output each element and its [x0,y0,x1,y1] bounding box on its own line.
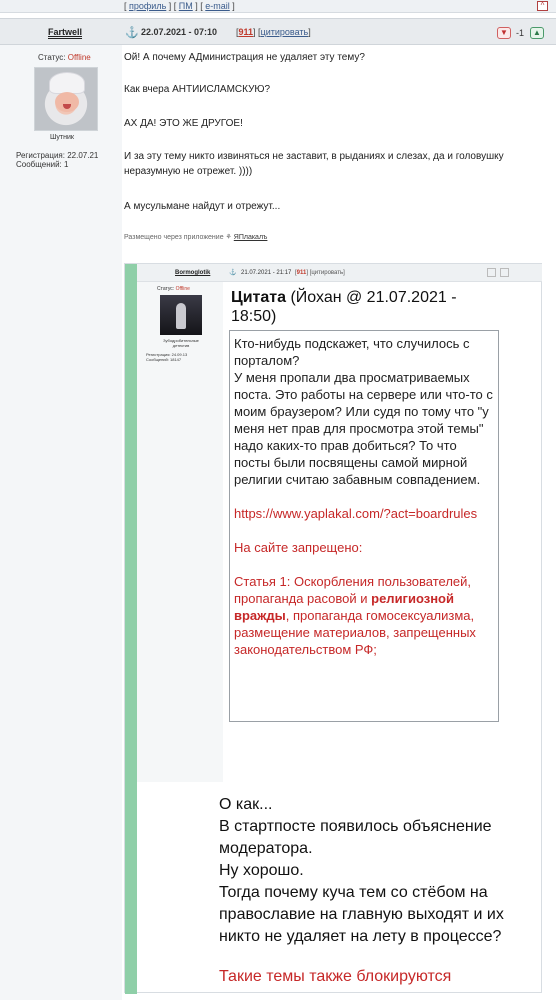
quote-paragraph: У меня пропали два просматриваемых поста… [234,370,493,487]
app-icon: ⚘ [225,234,232,241]
vote-up-icon[interactable]: ▲ [530,27,544,39]
reply-line: Тогда почему куча тем со стёбом на право… [219,884,504,945]
registration-date: Регистрация: 22.07.21 [16,151,99,160]
posted-via-label: Размещено через приложение [124,234,224,241]
posted-via: Размещено через приложение ⚘ ЯПлакалъ [124,233,267,241]
embedded-registration: Регистрация: 24.09.13 Сообщений: 18147 [146,352,187,362]
embedded-rank: Зубодробительные детектив [163,338,199,348]
post-header: Fartwell ⚓ 22.07.2021 - 07:10 [911] [цит… [0,18,556,45]
vote-score: -1 [516,28,525,38]
reply-line: О как... [219,796,273,813]
avatar-face [55,92,79,112]
quote-box: Кто-нибудь подскажет, что случилось с по… [229,330,499,722]
embedded-status: Статус: Offline [157,286,190,292]
author-rank: Шутник [50,134,74,141]
embedded-author: Bormoglotik [175,270,211,276]
status-label: Статус: [38,53,66,62]
quote-title: Цитата (Йохан @ 21.07.2021 - 18:50) [231,288,491,326]
embedded-sidebar: Статус: Offline Зубодробительные детекти… [137,282,223,782]
app-link[interactable]: ЯПлакалъ [234,234,268,241]
rules-link: https://www.yaplakal.com/?act=boardrules [234,506,478,521]
embedded-reply-red: Такие темы также блокируются [219,968,452,985]
reply-line: В стартпосте появилось объяснение модера… [219,818,492,857]
author-status: Статус: Offline [38,53,91,62]
embedded-vote-down-icon [487,268,496,277]
quote-spacer [234,488,494,505]
post-date: 22.07.2021 - 07:10 [141,27,218,37]
embedded-number-group: [911] [цитировать] [295,270,345,276]
profile-link[interactable]: профиль [129,1,166,11]
avatar [34,67,98,131]
profile-links: [ профиль ] [ ПМ ] [ e-mail ] [124,1,235,11]
top-link-bar: [ профиль ] [ ПМ ] [ e-mail ] ^ [0,0,556,13]
embedded-avatar [160,295,202,335]
embedded-status-label: Статус: [157,286,175,292]
message-line: И за эту тему никто извиняться не застав… [124,151,504,177]
embedded-cite: цитировать [311,270,344,276]
reply-line: Ну хорошо. [219,862,304,879]
embedded-message-count: Сообщений: 18147 [146,357,182,362]
post-number-group: [911] [цитировать] [236,27,311,37]
quote-spacer [234,556,494,573]
scroll-top-icon[interactable]: ^ [537,1,548,11]
message-line: Как вчера АНТИИСЛАМСКУЮ? [124,84,271,95]
embedded-vote-icons [487,268,522,278]
avatar-hat [49,72,85,94]
post-content: Ой! А почему АДминистрация не удаляет эт… [124,45,556,1000]
quote-spacer [234,522,494,539]
status-value: Offline [67,53,91,62]
message-line: АХ ДА! ЭТО ЖЕ ДРУГОЕ! [124,118,243,129]
quote-title-label: Цитата [231,289,286,306]
author-sidebar: Статус: Offline Шутник Регистрация: 22.0… [0,45,122,1000]
embedded-avatar-figure [176,303,186,329]
rules-article: Статья 1: Оскорбления пользователей, про… [234,573,494,658]
email-link[interactable]: e-mail [205,1,230,11]
embedded-date: 21.07.2021 - 21:17 [241,270,292,276]
embedded-anchor-icon: ⚓ [229,270,237,276]
pm-link[interactable]: ПМ [179,1,193,11]
quote-paragraph: Кто-нибудь подскажет, что случилось с по… [234,336,470,368]
embedded-status-value: Offline [175,286,190,292]
forbidden-heading: На сайте запрещено: [234,540,363,555]
message-count: Сообщений: 1 [16,160,69,169]
embedded-screenshot: Bormoglotik ⚓ 21.07.2021 - 21:17 [911] [… [124,263,542,994]
message-line: Ой! А почему АДминистрация не удаляет эт… [124,52,365,63]
embedded-vote-up-icon [500,268,509,277]
vote-down-icon[interactable]: ▼ [497,27,511,39]
embedded-reply: О как... В стартпосте появилось объяснен… [219,794,529,948]
quote-link[interactable]: цитировать [261,27,309,37]
post-number[interactable]: 911 [239,27,254,37]
embedded-number: 911 [296,270,307,276]
embedded-post-header: Bormoglotik ⚓ 21.07.2021 - 21:17 [911] [… [137,264,542,282]
message-line: А мусульмане найдут и отрежут... [124,201,281,212]
quote-accent-bar [125,264,137,994]
author-name[interactable]: Fartwell [48,27,82,37]
anchor-icon[interactable]: ⚓ [125,26,139,39]
author-registration: Регистрация: 22.07.21 Сообщений: 1 [16,151,98,169]
